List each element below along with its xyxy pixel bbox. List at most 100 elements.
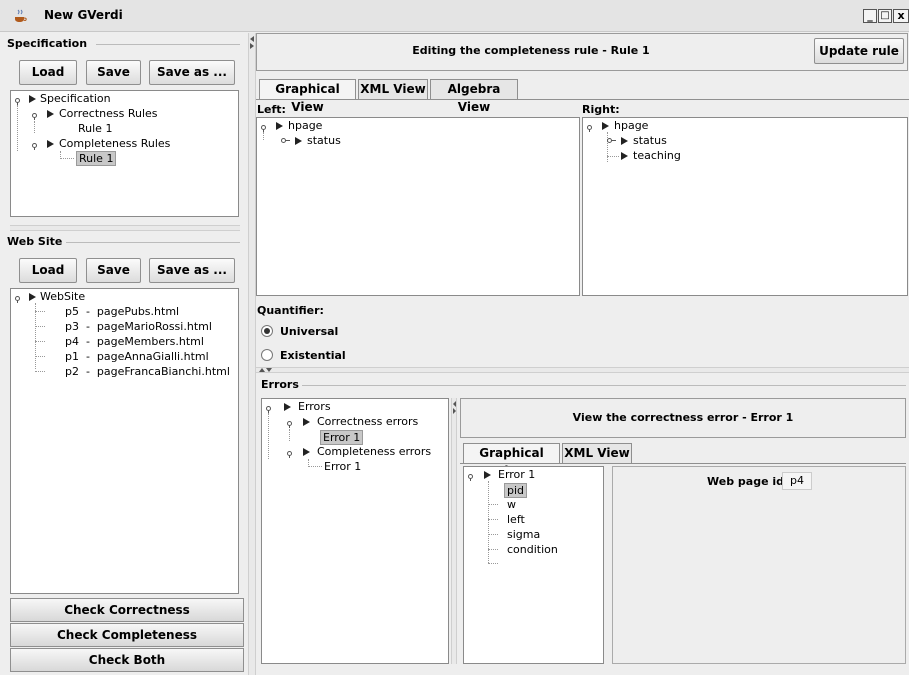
tree-handle-icon[interactable] <box>286 451 293 458</box>
error-tree-item[interactable]: w <box>507 498 516 511</box>
error-view-heading: View the correctness error - Error 1 <box>572 411 794 424</box>
tree-handle-icon[interactable] <box>265 406 272 413</box>
website-page-item[interactable]: p1 - pageAnnaGialli.html <box>65 350 209 363</box>
spec-save-as-button[interactable]: Save as ... <box>149 60 235 85</box>
tree-handle-icon[interactable] <box>260 125 267 132</box>
node-icon <box>47 110 54 118</box>
right-tree-node-status[interactable]: status <box>633 134 667 147</box>
web-page-id-label: Web page id: <box>707 475 789 488</box>
node-icon <box>29 293 36 301</box>
editor-pane: Editing the completeness rule - Rule 1 U… <box>256 33 909 368</box>
separator <box>96 44 240 45</box>
tree-node-website[interactable]: WebSite <box>40 290 85 303</box>
maximize-button[interactable]: □ <box>878 9 892 23</box>
tree-node-completeness-rules[interactable]: Completeness Rules <box>59 137 170 150</box>
errors-tree[interactable]: Errors Correctness errors Error 1 Comple… <box>261 398 449 664</box>
check-completeness-button[interactable]: Check Completeness <box>10 623 244 647</box>
split-divider[interactable] <box>10 225 240 231</box>
tree-handle-collapsed-icon[interactable] <box>607 137 616 144</box>
tree-handle-icon[interactable] <box>31 143 38 150</box>
universal-label[interactable]: Universal <box>280 325 338 338</box>
check-both-button[interactable]: Check Both <box>10 648 244 672</box>
java-cup-icon <box>15 9 27 22</box>
tree-node-specification[interactable]: Specification <box>40 92 111 105</box>
node-icon <box>29 95 36 103</box>
universal-radio[interactable] <box>261 325 273 337</box>
editor-heading: Editing the completeness rule - Rule 1 <box>412 44 650 57</box>
tree-handle-icon[interactable] <box>286 421 293 428</box>
existential-radio[interactable] <box>261 349 273 361</box>
tab-graphical-view[interactable]: Graphical View <box>259 79 356 114</box>
left-pattern-tree[interactable]: hpage status <box>256 117 580 296</box>
editor-split-divider[interactable] <box>256 367 909 373</box>
node-icon <box>602 122 609 130</box>
spec-save-button[interactable]: Save <box>86 60 141 85</box>
error-tab-graphical-view[interactable]: Graphical View <box>463 443 560 478</box>
web-save-button[interactable]: Save <box>86 258 141 283</box>
tree-handle-icon[interactable] <box>586 125 593 132</box>
tree-node-correctness-rules[interactable]: Correctness Rules <box>59 107 158 120</box>
error-tab-xml-view[interactable]: XML View <box>562 443 632 463</box>
close-button[interactable]: x <box>893 9 909 23</box>
errors-tree-correctness[interactable]: Correctness errors <box>317 415 418 428</box>
separator <box>302 385 906 386</box>
tree-handle-icon[interactable] <box>14 98 21 105</box>
website-page-item[interactable]: p2 - pageFrancaBianchi.html <box>65 365 230 378</box>
tree-handle-icon[interactable] <box>467 474 474 481</box>
tree-handle-icon[interactable] <box>31 113 38 120</box>
error-detail-panel: Web page id: p4 <box>612 466 906 664</box>
website-page-item[interactable]: p4 - pageMembers.html <box>65 335 204 348</box>
web-load-button[interactable]: Load <box>19 258 77 283</box>
errors-tree-completeness-error-1[interactable]: Error 1 <box>324 460 361 473</box>
error-tree-root[interactable]: Error 1 <box>498 468 535 481</box>
separator <box>66 242 240 243</box>
collapse-arrows-icon[interactable] <box>249 35 255 49</box>
tree-handle-icon[interactable] <box>14 296 21 303</box>
right-tree-node-hpage[interactable]: hpage <box>614 119 648 132</box>
minimize-button[interactable]: _ <box>863 9 877 23</box>
errors-tree-completeness[interactable]: Completeness errors <box>317 445 431 458</box>
right-tree-node-teaching[interactable]: teaching <box>633 149 681 162</box>
website-page-item[interactable]: p5 - pagePubs.html <box>65 305 179 318</box>
error-tree-item[interactable]: sigma <box>507 528 540 541</box>
error-detail-tree[interactable]: Error 1 pid w left sigma condition <box>463 466 604 664</box>
specification-tree[interactable]: Specification Correctness Rules Rule 1 C… <box>10 90 239 217</box>
errors-tree-correctness-error-1-selected[interactable]: Error 1 <box>320 430 364 445</box>
node-icon <box>303 418 310 426</box>
collapse-arrows-icon[interactable] <box>258 367 272 373</box>
tab-xml-view[interactable]: XML View <box>358 79 428 99</box>
window-title: New GVerdi <box>44 8 123 22</box>
node-icon <box>303 448 310 456</box>
node-icon <box>484 471 491 479</box>
left-tree-node-status[interactable]: status <box>307 134 341 147</box>
quantifier-label: Quantifier: <box>257 304 324 317</box>
website-tree[interactable]: WebSite p5 - pagePubs.html p3 - pageMari… <box>10 288 239 594</box>
node-icon <box>284 403 291 411</box>
main-split-divider[interactable] <box>248 33 256 675</box>
update-rule-button[interactable]: Update rule <box>814 38 904 64</box>
errors-title: Errors <box>261 378 299 391</box>
node-icon <box>621 152 628 160</box>
tree-node-completeness-rule-1-selected[interactable]: Rule 1 <box>76 151 117 166</box>
web-save-as-button[interactable]: Save as ... <box>149 258 235 283</box>
website-page-item[interactable]: p3 - pageMarioRossi.html <box>65 320 212 333</box>
collapse-arrows-icon[interactable] <box>452 400 457 414</box>
left-pane: Specification Load Save Save as ... Spec… <box>0 33 248 675</box>
existential-label[interactable]: Existential <box>280 349 346 362</box>
right-pattern-tree[interactable]: hpage status teaching <box>582 117 908 296</box>
error-tree-item[interactable]: condition <box>507 543 558 556</box>
node-icon <box>47 140 54 148</box>
node-icon <box>276 122 283 130</box>
errors-tree-root[interactable]: Errors <box>298 400 331 413</box>
left-tree-node-hpage[interactable]: hpage <box>288 119 322 132</box>
specification-title: Specification <box>7 37 88 50</box>
tree-node-correctness-rule-1[interactable]: Rule 1 <box>78 122 112 135</box>
tree-handle-collapsed-icon[interactable] <box>281 137 290 144</box>
errors-split-divider[interactable] <box>451 398 457 664</box>
web-page-id-value: p4 <box>782 472 812 490</box>
error-tree-item[interactable]: left <box>507 513 525 526</box>
check-correctness-button[interactable]: Check Correctness <box>10 598 244 622</box>
tab-algebra-view[interactable]: Algebra View <box>430 79 518 114</box>
error-tree-item-selected[interactable]: pid <box>504 483 528 498</box>
spec-load-button[interactable]: Load <box>19 60 77 85</box>
